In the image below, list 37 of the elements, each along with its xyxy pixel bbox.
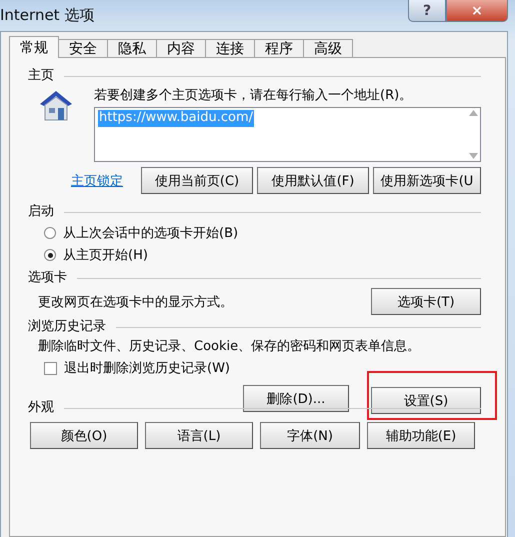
section-heading: 启动 (28, 203, 54, 220)
home-page-button[interactable]: 使用默认值(F) (257, 167, 369, 194)
appearance-button[interactable]: 字体(N) (260, 422, 360, 449)
section-heading: 选项卡 (28, 269, 67, 286)
history-button[interactable]: 设置(S) (371, 387, 481, 414)
radio-label: 从上次会话中的选项卡开始(B) (63, 225, 238, 242)
tabs-button[interactable]: 选项卡(T) (371, 288, 481, 315)
appearance-button[interactable]: 语言(L) (145, 422, 253, 449)
help-button[interactable]: ? (408, 0, 446, 22)
window-title: Internet 选项 (0, 6, 94, 25)
home-page-button[interactable]: 使用新选项卡(U (373, 167, 481, 194)
checkbox[interactable] (44, 362, 57, 374)
tab[interactable]: 程序 (254, 39, 304, 58)
tab[interactable]: 安全 (58, 39, 108, 58)
description-text: 删除临时文件、历史记录、Cookie、保存的密码和网页表单信息。 (38, 338, 420, 355)
appearance-button[interactable]: 颜色(O) (30, 422, 138, 449)
tab[interactable]: 内容 (156, 39, 206, 58)
radio-label: 从主页开始(H) (63, 247, 148, 264)
section-heading: 主页 (28, 67, 54, 84)
radio-button[interactable] (44, 227, 56, 239)
description-text: 更改网页在选项卡中的显示方式。 (38, 294, 233, 310)
scroll-down-icon[interactable] (469, 153, 478, 159)
tab[interactable]: 连接 (205, 39, 255, 58)
hint-text: 若要创建多个主页选项卡，请在每行输入一个地址(R)。 (94, 87, 414, 104)
section-heading: 浏览历史记录 (28, 318, 106, 335)
home-page-button[interactable]: 使用当前页(C) (141, 167, 253, 194)
scroll-up-icon[interactable] (469, 110, 478, 116)
tab[interactable]: 高级 (303, 39, 353, 58)
tab[interactable]: 隐私 (107, 39, 157, 58)
house-icon (38, 88, 74, 122)
section-heading: 外观 (28, 399, 54, 416)
history-button[interactable]: 删除(D)... (243, 385, 349, 412)
tab[interactable]: 常规 (9, 36, 59, 58)
radio-button[interactable] (44, 249, 56, 261)
appearance-button[interactable]: 辅助功能(E) (367, 422, 475, 449)
checkbox-label: 退出时删除浏览历史记录(W) (64, 360, 230, 377)
home-lock-link[interactable]: 主页锁定 (71, 172, 123, 190)
